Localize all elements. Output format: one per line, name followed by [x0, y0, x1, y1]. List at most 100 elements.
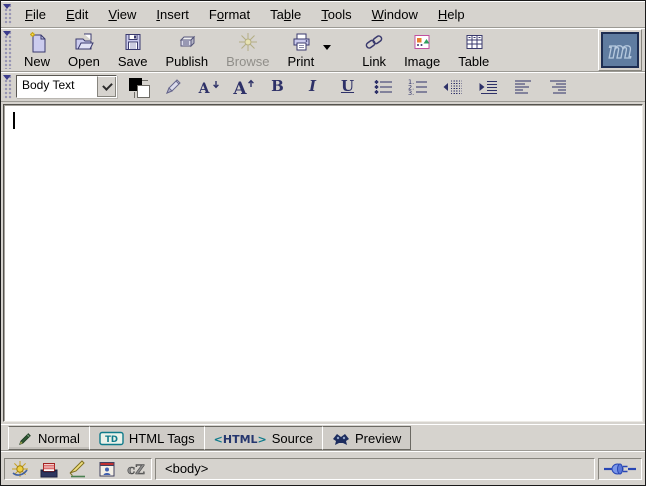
- tab-normal[interactable]: Normal: [8, 426, 89, 450]
- addressbook-icon: [97, 460, 117, 478]
- chatzilla-icon: cZ: [126, 460, 146, 478]
- component-addressbook-button[interactable]: [96, 459, 118, 479]
- toolbar-grip-handle[interactable]: [3, 30, 12, 69]
- bold-button[interactable]: B: [261, 75, 294, 98]
- outdent-icon: [441, 77, 465, 97]
- toolbar-button-label: Image: [404, 54, 440, 69]
- toolbar-button-print[interactable]: Print: [278, 29, 323, 71]
- component-mail-button[interactable]: [38, 459, 60, 479]
- menu-window[interactable]: Window: [362, 4, 428, 25]
- highlighter-icon: [162, 76, 184, 98]
- numbered-list-button[interactable]: 1.2.3.: [401, 75, 434, 98]
- background-color-swatch[interactable]: [137, 85, 150, 98]
- toolbar-button-label: Save: [118, 54, 148, 69]
- align-left-button[interactable]: [506, 75, 539, 98]
- menubar-grip-handle[interactable]: [3, 3, 12, 25]
- paragraph-format-select[interactable]: Body Text: [16, 75, 117, 98]
- toolbar-button-label: Browse: [226, 54, 269, 69]
- svg-text:m: m: [608, 37, 632, 64]
- menu-tools[interactable]: Tools: [311, 4, 361, 25]
- numbered-list-icon: 1.2.3.: [406, 77, 430, 97]
- component-chatzilla-button[interactable]: cZ: [125, 459, 147, 479]
- underline-button[interactable]: U: [331, 75, 364, 98]
- format-toolbar: Body Text AABIU1.2.3.: [1, 72, 645, 102]
- tab-preview[interactable]: Preview: [322, 426, 411, 450]
- print-icon: [290, 31, 312, 53]
- toolbar-button-publish[interactable]: Publish: [156, 29, 217, 71]
- indent-button[interactable]: [471, 75, 504, 98]
- save-floppy-icon: [122, 31, 144, 53]
- composition-toolbar: New Open Save Publish Browse Print Link Image Ta…: [1, 28, 645, 72]
- tab-label: Normal: [38, 431, 80, 446]
- menu-bar: FileEditViewInsertFormatTableToolsWindow…: [1, 1, 645, 28]
- tab-source[interactable]: <HTML> Source: [204, 426, 322, 450]
- image-icon: [411, 31, 433, 53]
- plug-icon: [603, 461, 637, 477]
- chevron-down-icon: [102, 80, 113, 91]
- tab-label: Preview: [355, 431, 401, 446]
- paragraph-format-value: Body Text: [17, 76, 97, 97]
- component-composer-button[interactable]: [67, 459, 89, 479]
- svg-text:A: A: [197, 81, 210, 97]
- svg-text:3.: 3.: [408, 89, 414, 97]
- align-right-button[interactable]: [541, 75, 574, 98]
- toolbar-button-link[interactable]: Link: [353, 29, 395, 71]
- browse-sparkle-icon: [237, 31, 259, 53]
- toolbar-button-label: Link: [362, 54, 386, 69]
- mozilla-throbber-button[interactable]: m: [598, 29, 642, 71]
- menu-insert[interactable]: Insert: [146, 4, 199, 25]
- menu-edit[interactable]: Edit: [56, 4, 98, 25]
- online-status-segment[interactable]: [598, 458, 642, 480]
- menu-view[interactable]: View: [98, 4, 146, 25]
- toolbar-button-image[interactable]: Image: [395, 29, 449, 71]
- highlight-button[interactable]: [156, 75, 189, 98]
- text-color-button[interactable]: [127, 76, 153, 98]
- open-folder-icon: [73, 31, 95, 53]
- tab-label: HTML Tags: [129, 431, 195, 446]
- menu-format[interactable]: Format: [199, 4, 260, 25]
- toolbar-button-open[interactable]: Open: [59, 29, 109, 71]
- component-navigator-button[interactable]: [9, 459, 31, 479]
- align-right-icon: [546, 77, 570, 97]
- tab-html-tags[interactable]: TDHTML Tags: [89, 426, 204, 450]
- toolbar-button-label: Publish: [165, 54, 208, 69]
- bullet-list-button[interactable]: [366, 75, 399, 98]
- swatch-tick: [142, 80, 148, 81]
- pen-icon: [18, 431, 33, 446]
- menu-table[interactable]: Table: [260, 4, 311, 25]
- toolbar-button-label: Open: [68, 54, 100, 69]
- preview-icon: [332, 431, 350, 446]
- new-page-icon: [26, 31, 48, 53]
- navigator-icon: [10, 460, 30, 478]
- editor-canvas[interactable]: [3, 104, 643, 422]
- toolbar-button-label: Print: [287, 54, 314, 69]
- composer-icon: [68, 460, 88, 478]
- menu-file[interactable]: File: [15, 4, 56, 25]
- italic-button[interactable]: I: [296, 75, 329, 98]
- status-bar: cZ <body>: [1, 451, 645, 485]
- font-smaller-icon: A: [195, 77, 221, 97]
- html-tag-icon: <HTML>: [214, 431, 267, 446]
- component-bar: cZ: [4, 458, 152, 480]
- toolbar-button-save[interactable]: Save: [109, 29, 157, 71]
- bold-glyph: B: [271, 79, 284, 94]
- element-path[interactable]: <body>: [165, 461, 208, 476]
- edit-mode-tab-bar: Normal TDHTML Tags <HTML> Source Preview: [1, 424, 645, 451]
- underline-glyph: U: [341, 79, 354, 94]
- toolbar-button-table[interactable]: Table: [449, 29, 498, 71]
- paragraph-format-dropdown-button[interactable]: [97, 76, 116, 97]
- menu-help[interactable]: Help: [428, 4, 475, 25]
- decrease-font-size-button[interactable]: A: [191, 75, 224, 98]
- text-caret: [13, 112, 15, 129]
- increase-font-size-button[interactable]: A: [226, 75, 259, 98]
- italic-glyph: I: [309, 79, 316, 94]
- toolbar-button-new[interactable]: New: [15, 29, 59, 71]
- composer-window: FileEditViewInsertFormatTableToolsWindow…: [0, 0, 646, 486]
- svg-text:cZ: cZ: [127, 463, 145, 478]
- print-dropdown-arrow[interactable]: [323, 45, 331, 54]
- bullet-list-icon: [371, 77, 395, 97]
- formatbar-grip-handle[interactable]: [3, 74, 12, 99]
- tab-label: Source: [272, 431, 313, 446]
- outdent-button[interactable]: [436, 75, 469, 98]
- element-path-segment: <body>: [155, 458, 595, 480]
